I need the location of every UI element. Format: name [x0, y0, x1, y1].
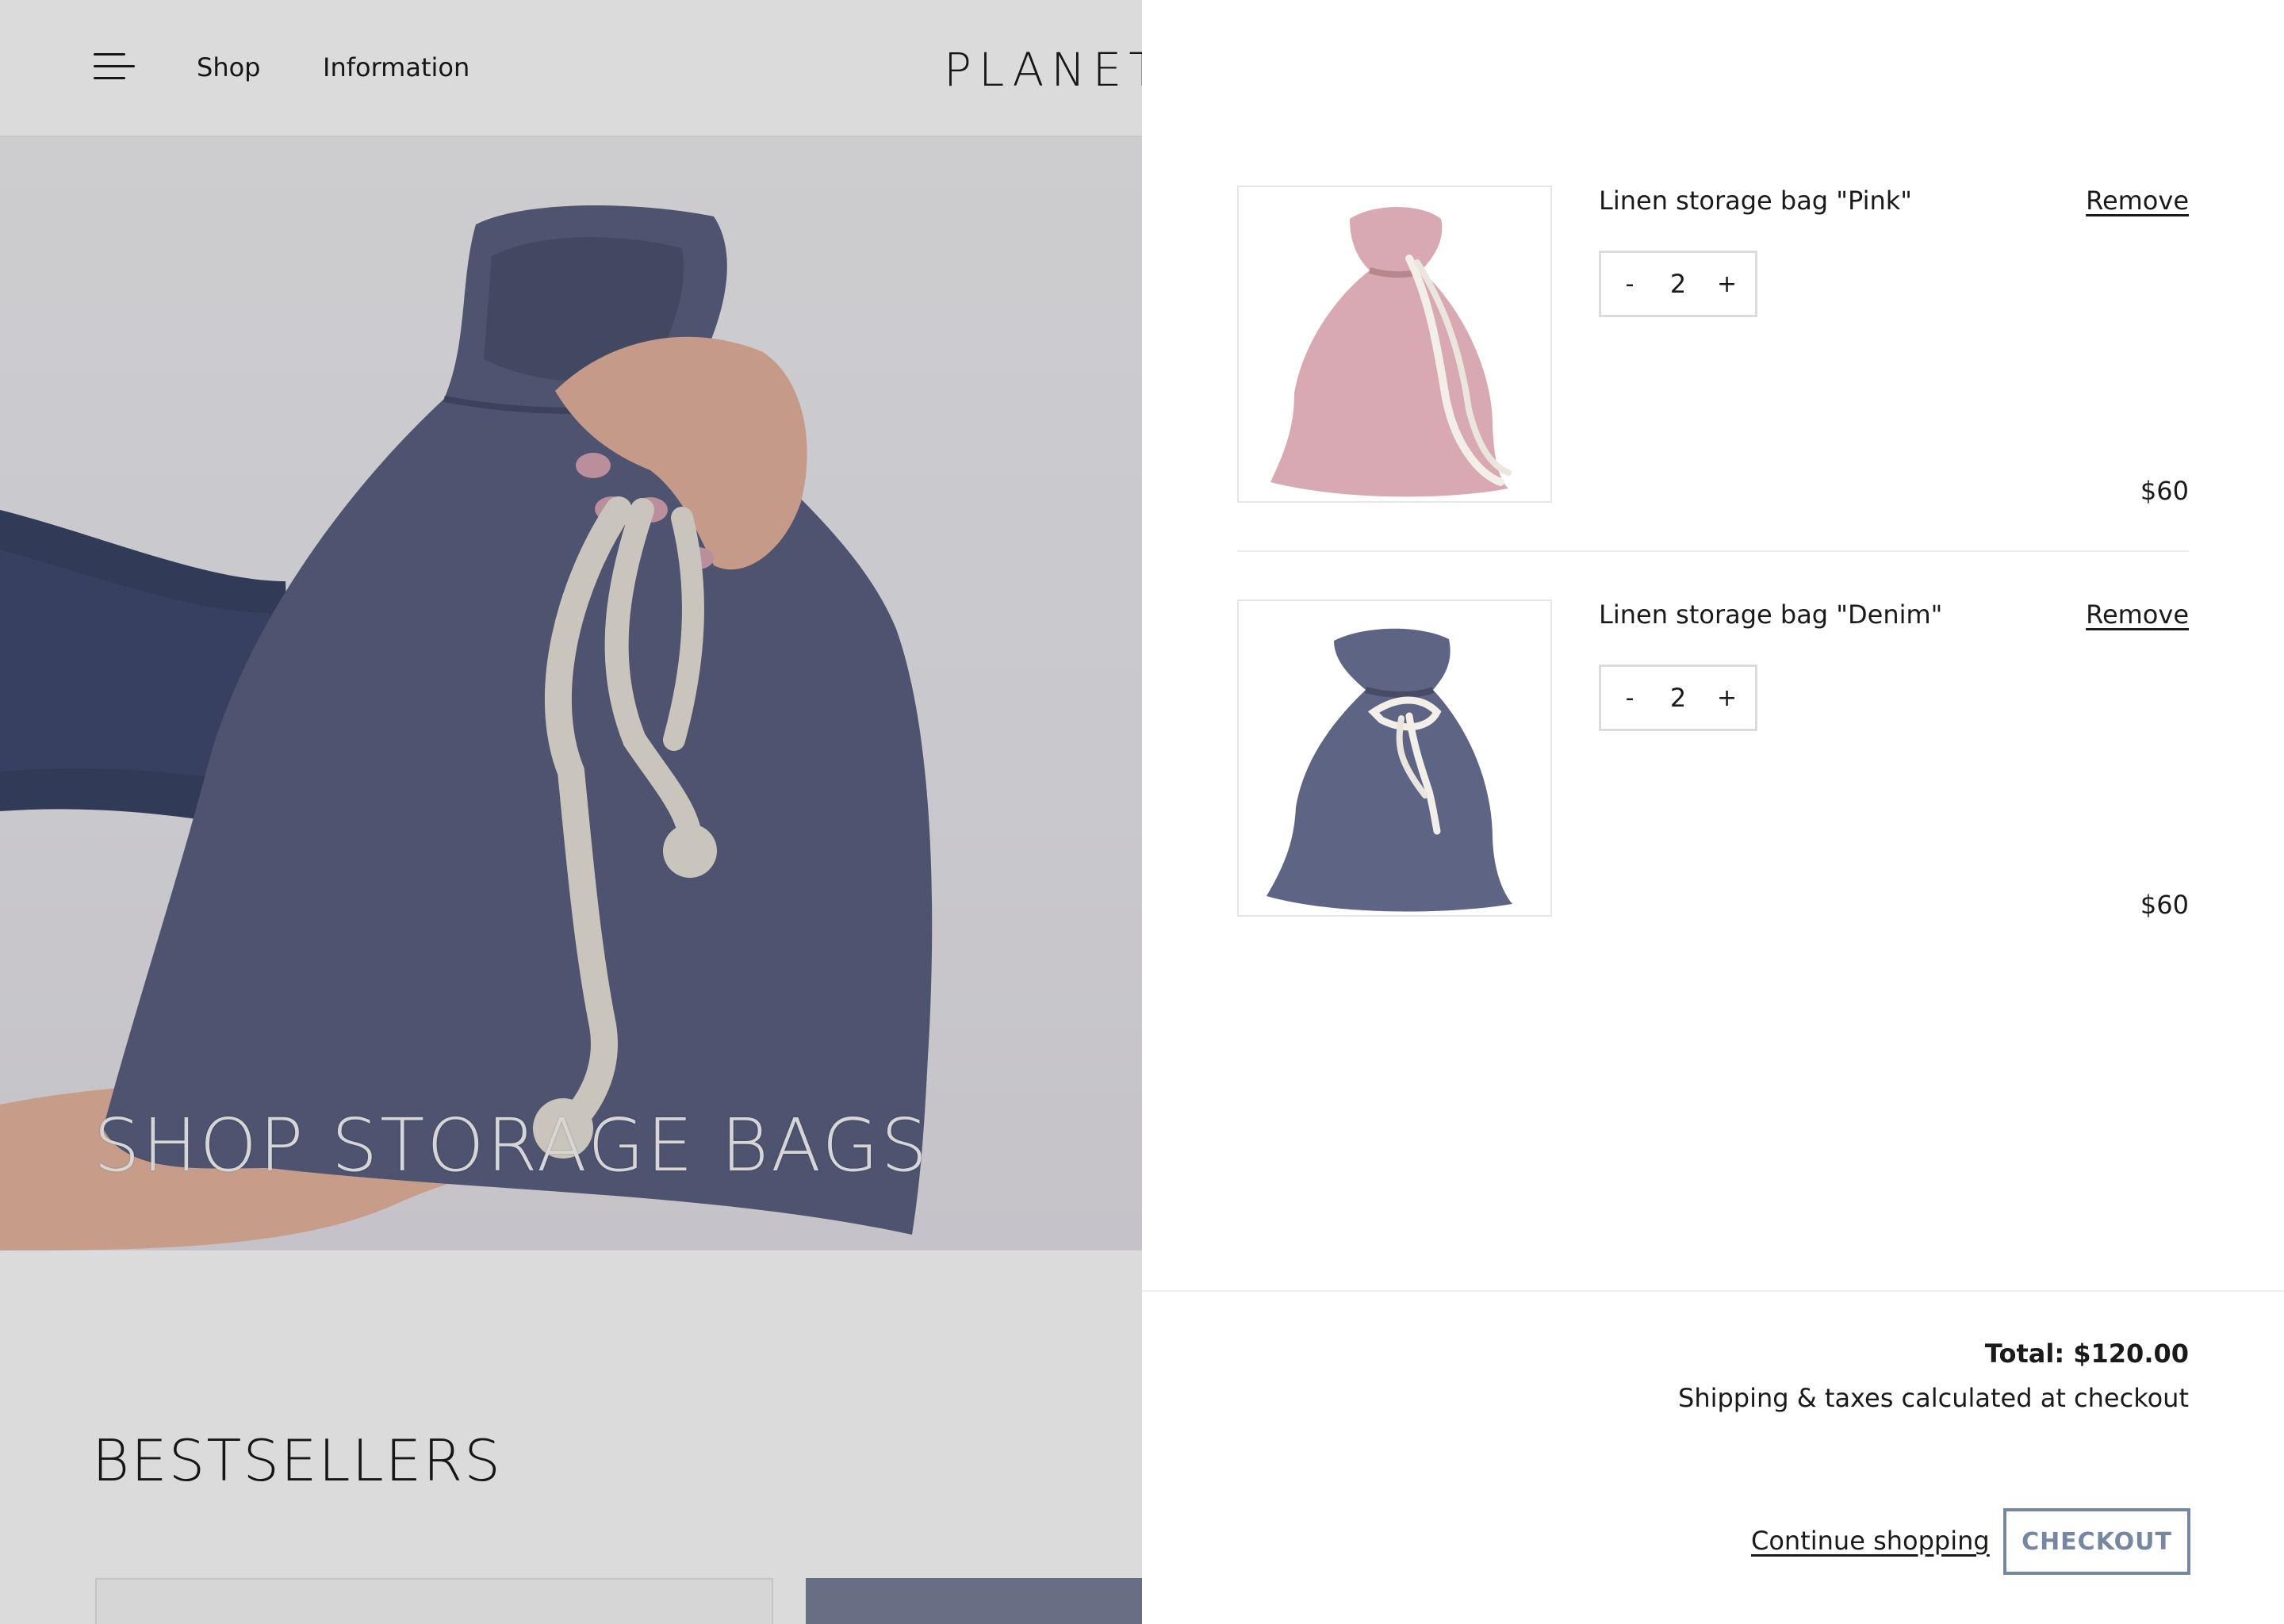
- remove-button[interactable]: Remove: [2086, 599, 2189, 630]
- cart-item-name[interactable]: Linen storage bag "Denim": [1599, 599, 1942, 630]
- product-thumbnail[interactable]: [1237, 186, 1552, 503]
- increment-button[interactable]: +: [1717, 270, 1737, 298]
- quantity-input[interactable]: 2: [1654, 269, 1702, 299]
- decrement-button[interactable]: -: [1620, 684, 1639, 712]
- pink-bag-image: [1270, 207, 1512, 497]
- decrement-button[interactable]: -: [1620, 270, 1639, 298]
- page-overlay[interactable]: [0, 0, 1142, 1624]
- continue-shopping-link[interactable]: Continue shopping: [1751, 1526, 1990, 1556]
- cart-item-name[interactable]: Linen storage bag "Pink": [1599, 186, 1912, 216]
- cart-item-price: $60: [2140, 890, 2189, 920]
- quantity-stepper: - 2 +: [1599, 251, 1757, 317]
- remove-button[interactable]: Remove: [2086, 186, 2189, 216]
- increment-button[interactable]: +: [1717, 684, 1737, 712]
- cart-item: Linen storage bag "Denim" Remove - 2 + $…: [1237, 599, 2189, 920]
- shipping-note: Shipping & taxes calculated at checkout: [1678, 1383, 2189, 1413]
- cart-item: Linen storage bag "Pink" Remove - 2 + $6…: [1237, 186, 2189, 506]
- quantity-stepper: - 2 +: [1599, 665, 1757, 731]
- product-thumbnail[interactable]: [1237, 599, 1552, 917]
- checkout-button[interactable]: CHECKOUT: [2003, 1508, 2190, 1575]
- denim-bag-image: [1267, 628, 1512, 912]
- divider: [1142, 1290, 2284, 1292]
- cart-total: Total: $120.00: [1984, 1339, 2189, 1369]
- quantity-input[interactable]: 2: [1654, 683, 1702, 713]
- divider: [1237, 550, 2189, 552]
- cart-item-price: $60: [2140, 476, 2189, 506]
